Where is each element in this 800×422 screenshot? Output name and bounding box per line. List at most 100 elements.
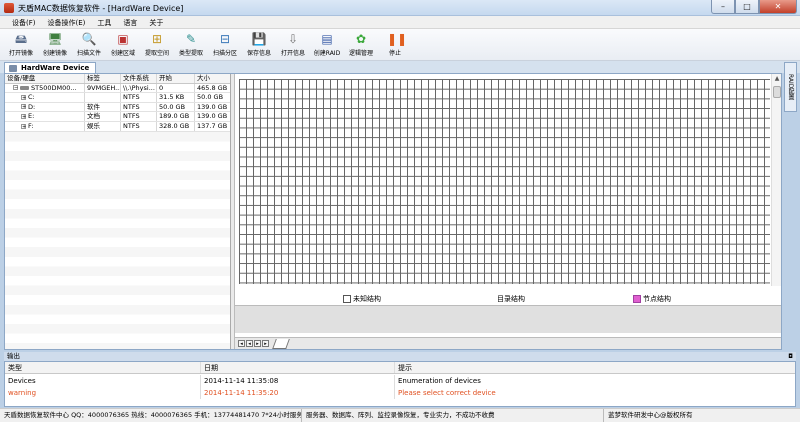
log-date: 2014-11-14 11:35:08 [201, 375, 395, 387]
cell-start: 0 [157, 83, 195, 93]
maximize-button[interactable]: □ [735, 0, 759, 14]
column-date[interactable]: 日期 [201, 362, 395, 373]
device-name-cell: − ST500DM00... [5, 83, 85, 93]
column-type[interactable]: 类型 [5, 362, 201, 373]
open-info-button[interactable]: ⇩ 打开信息 [276, 29, 310, 61]
device-name: D: [28, 102, 36, 111]
create-raid-button[interactable]: ▤ 创建RAID [310, 29, 344, 61]
scroll-up-icon[interactable]: ▲ [773, 75, 781, 83]
toolbar-label: 停止 [388, 50, 401, 57]
cell-start: 328.0 GB [157, 122, 195, 131]
toolbar-label: 创建区域 [110, 50, 135, 57]
menu-device[interactable]: 设备(F) [6, 16, 42, 28]
create-image-button[interactable]: 🖥 创建镜像 [38, 29, 72, 61]
expand-icon[interactable]: − [13, 85, 18, 91]
menu-about[interactable]: 关于 [143, 16, 169, 28]
column-filesystem[interactable]: 文件系统 [121, 74, 157, 83]
minimize-button[interactable]: – [711, 0, 735, 14]
cell-label: 9VMGEH... [87, 83, 121, 93]
device-name-cell: + D: [5, 102, 85, 112]
pin-icon[interactable]: ◘ [788, 352, 793, 361]
log-type: Devices [5, 375, 201, 387]
toolbar-label: 类型提取 [178, 50, 203, 57]
extract-space-button[interactable]: ⊞ 提取空间 [140, 29, 174, 61]
log-msg: Please select correct device [398, 389, 496, 397]
status-bar: 天盾数据恢复软件中心 QQ：4000076365 热线：4000076365 手… [0, 408, 800, 422]
save-info-icon: 💾 [251, 32, 267, 46]
first-page-icon[interactable]: ◂ [238, 340, 245, 347]
tab-label: HardWare Device [21, 64, 90, 72]
partition-row[interactable]: + C: NTFS 31.5 KB 50.0 GB [5, 93, 230, 103]
log-row[interactable]: warning 2014-11-14 11:35:20 Please select … [5, 387, 795, 399]
menu-device-operation[interactable]: 设备操作(E) [42, 16, 92, 28]
stop-icon: ❚❚ [387, 32, 408, 46]
extract-space-icon: ⊞ [151, 32, 163, 46]
type-extract-icon: ✎ [185, 32, 197, 46]
cell-fs: \\.\Physi... [121, 83, 157, 93]
disk-row[interactable]: − ST500DM00... 9VMGEH... \\.\Physi... 0 465.8… [5, 83, 230, 94]
device-name-cell: + F: [5, 122, 85, 131]
hard-disk-icon [20, 85, 29, 90]
expand-icon[interactable]: + [21, 113, 26, 119]
toolbar-label: 提取空间 [144, 50, 169, 57]
save-info-button[interactable]: 💾 保存信息 [242, 29, 276, 61]
open-info-icon: ⇩ [287, 32, 299, 46]
stop-button[interactable]: ❚❚ 停止 [378, 29, 412, 61]
legend-directory: 目录结构 [497, 294, 525, 304]
next-page-icon[interactable]: ▸ [254, 340, 261, 347]
toolbar-label: 打开镜像 [8, 50, 33, 57]
toolbar-label: 打开信息 [280, 50, 305, 57]
close-button[interactable]: ✕ [759, 0, 797, 14]
log-row[interactable]: Devices 2014-11-14 11:35:08 Enumeration of… [5, 375, 795, 387]
legend-node: 节点结构 [633, 294, 671, 304]
partition-row[interactable]: + E: 文档 NTFS 189.0 GB 139.0 GB [5, 112, 230, 122]
cell-fs: NTFS [121, 122, 157, 131]
column-label[interactable]: 标签 [85, 74, 121, 83]
logic-manage-button[interactable]: ✿ 逻辑管理 [344, 29, 378, 61]
column-device[interactable]: 设备/硬盘 [5, 74, 85, 83]
sector-map[interactable] [239, 79, 770, 284]
open-image-button[interactable]: 🖴 打开镜像 [4, 29, 38, 61]
cell-fs: NTFS [121, 93, 157, 102]
tab-hardware-device[interactable]: HardWare Device [4, 62, 97, 73]
scroll-thumb[interactable] [773, 86, 781, 98]
map-legend: 未知结构 目录结构 节点结构 [235, 286, 781, 306]
expand-icon[interactable]: + [21, 94, 26, 100]
cell-label: 文档 [85, 112, 121, 121]
last-page-icon[interactable]: ▸ [262, 340, 269, 347]
menu-language[interactable]: 语言 [117, 16, 143, 28]
device-name: ST500DM00... [31, 83, 77, 92]
cell-size: 139.0 GB [197, 102, 228, 111]
legend-node-label: 节点结构 [643, 295, 671, 303]
scan-partition-icon: ⊟ [219, 32, 231, 46]
tab-raid-config[interactable]: RAID配置 [784, 62, 797, 112]
device-tab-icon [9, 65, 17, 72]
scan-partition-button[interactable]: ⊟ 扫描分区 [208, 29, 242, 61]
toolbar-label: 保存信息 [246, 50, 271, 57]
menu-tools[interactable]: 工具 [91, 16, 117, 28]
cell-fs: NTFS [121, 102, 157, 112]
partition-row[interactable]: + D: 软件 NTFS 50.0 GB 139.0 GB [5, 102, 230, 113]
cell-size: 139.0 GB [197, 112, 228, 121]
expand-icon[interactable]: + [21, 104, 26, 110]
create-region-button[interactable]: ▣ 创建区域 [106, 29, 140, 61]
scan-file-button[interactable]: 🔍 扫描文件 [72, 29, 106, 61]
partition-row[interactable]: + F: 娱乐 NTFS 328.0 GB 137.7 GB [5, 122, 230, 132]
cell-label: 软件 [85, 102, 121, 112]
sector-grid [239, 79, 770, 284]
column-start[interactable]: 开始 [157, 74, 195, 83]
prev-page-icon[interactable]: ◂ [246, 340, 253, 347]
log-msg: Enumeration of devices [398, 377, 481, 385]
window-title: 天盾MAC数据恢复软件 - [HardWare Device] [18, 4, 184, 13]
output-panel-header: 输出 ◘ [4, 352, 796, 361]
column-size[interactable]: 大小 [195, 74, 230, 83]
title-bar: 天盾MAC数据恢复软件 - [HardWare Device] – □ ✕ [0, 0, 800, 16]
type-extract-button[interactable]: ✎ 类型提取 [174, 29, 208, 61]
scan-file-icon: 🔍 [81, 32, 97, 46]
expand-icon[interactable]: + [21, 123, 26, 129]
sheet-tab[interactable] [272, 338, 290, 349]
create-region-icon: ▣ [117, 32, 129, 46]
column-message[interactable]: 提示 [395, 362, 795, 373]
cell-size: 465.8 GB [197, 83, 228, 92]
create-raid-icon: ▤ [321, 32, 333, 46]
